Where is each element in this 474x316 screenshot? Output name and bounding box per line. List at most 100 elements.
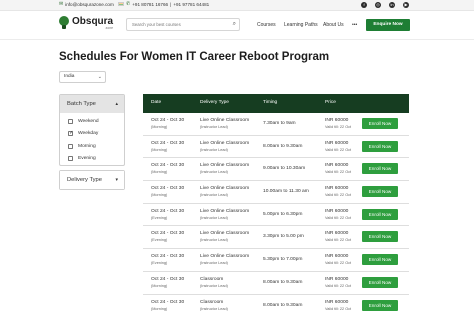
logo[interactable]: Obsqura zone bbox=[58, 16, 113, 30]
row-date: Oct 24 - Oct 30 bbox=[151, 186, 185, 192]
email-contact[interactable]: ✉ info@obsqurazone.com bbox=[59, 1, 114, 7]
batch-type-filter: Batch Type ▴ Weekend Weekday Morning Eve… bbox=[59, 94, 125, 166]
country-value: India bbox=[64, 74, 75, 79]
facebook-icon[interactable]: f bbox=[361, 1, 367, 8]
search-box: ⌕ bbox=[126, 18, 240, 31]
caret-up-icon: ▴ bbox=[115, 101, 118, 107]
row-price: INR 60000 bbox=[325, 299, 349, 305]
batch-type-header[interactable]: Batch Type ▴ bbox=[60, 95, 124, 113]
enroll-now-button[interactable]: Enroll Now bbox=[362, 163, 398, 175]
country-select[interactable]: India ⌄ bbox=[59, 71, 106, 83]
batch-type-label: Batch Type bbox=[67, 101, 96, 107]
row-date: Oct 24 - Oct 30 bbox=[151, 276, 185, 282]
enquire-now-button[interactable]: Enquire Now bbox=[366, 19, 410, 31]
table-row: Oct 24 - Oct 30 (Morning) Live Online Clas… bbox=[143, 158, 409, 182]
table-row: Oct 24 - Oct 30 (Evening) Live Online Clas… bbox=[143, 226, 409, 250]
top-contact-bar: ✉ info@obsqurazone.com ✆ +91 80781 16766… bbox=[0, 0, 474, 11]
more-menu-icon[interactable]: ••• bbox=[352, 22, 357, 28]
phone-contact[interactable]: ✆ +91 80781 16766 | +91 97781 64481 bbox=[118, 1, 209, 7]
row-price: INR 60000 bbox=[325, 208, 349, 214]
row-session: (Morning) bbox=[151, 283, 168, 288]
row-session: (Morning) bbox=[151, 147, 168, 152]
row-delivery: Live Online Classroom bbox=[200, 186, 250, 192]
email-text: info@obsqurazone.com bbox=[65, 1, 114, 7]
header-date: Date bbox=[151, 100, 162, 105]
row-delivery: Classroom bbox=[200, 299, 224, 305]
row-lead: (Instructor Lead) bbox=[200, 306, 228, 311]
batch-option-weekend[interactable]: Weekend bbox=[60, 115, 124, 128]
bulb-logo-icon bbox=[58, 16, 70, 30]
row-price: INR 60000 bbox=[325, 140, 349, 146]
search-icon[interactable]: ⌕ bbox=[233, 21, 236, 28]
youtube-icon[interactable]: ▶ bbox=[403, 1, 409, 8]
enroll-now-button[interactable]: Enroll Now bbox=[362, 208, 398, 220]
enroll-now-button[interactable]: Enroll Now bbox=[362, 276, 398, 288]
delivery-type-label: Delivery Type bbox=[67, 177, 103, 183]
row-session: (Morning) bbox=[151, 306, 168, 311]
enroll-now-button[interactable]: Enroll Now bbox=[362, 118, 398, 129]
search-input[interactable] bbox=[127, 22, 227, 27]
nav-courses[interactable]: Courses bbox=[257, 22, 276, 28]
india-flag-icon bbox=[118, 2, 124, 6]
row-timing: 9.00am to 10.30am bbox=[263, 166, 306, 172]
row-date: Oct 24 - Oct 30 bbox=[151, 140, 185, 146]
row-lead: (Instructor Lead) bbox=[200, 170, 228, 175]
evening-checkbox[interactable] bbox=[68, 156, 73, 162]
row-delivery: Live Online Classroom bbox=[200, 254, 250, 260]
batch-option-weekday[interactable]: Weekday bbox=[60, 128, 124, 141]
weekend-checkbox[interactable] bbox=[68, 118, 73, 124]
header-delivery-type: Delivery Type bbox=[200, 100, 229, 105]
phone-2-text: +91 97781 64481 bbox=[173, 1, 210, 7]
row-valid-till: Valid till: 22 Oct bbox=[325, 147, 352, 152]
linkedin-icon[interactable]: in bbox=[389, 1, 395, 8]
row-valid-till: Valid till: 22 Oct bbox=[325, 193, 352, 198]
row-price: INR 60000 bbox=[325, 186, 349, 192]
phone-1-text: +91 80781 16766 bbox=[132, 1, 169, 7]
row-valid-till: Valid till: 22 Oct bbox=[325, 306, 352, 311]
row-delivery: Classroom bbox=[200, 276, 224, 282]
row-price: INR 60000 bbox=[325, 163, 349, 169]
row-lead: (Instructor Lead) bbox=[200, 261, 228, 266]
enroll-now-button[interactable]: Enroll Now bbox=[362, 231, 398, 243]
row-session: (Evening) bbox=[151, 238, 168, 243]
row-price: INR 60000 bbox=[325, 118, 349, 123]
row-session: (Morning) bbox=[151, 170, 168, 175]
row-valid-till: Valid till: 22 Oct bbox=[325, 261, 352, 266]
weekday-checkbox[interactable] bbox=[68, 130, 73, 136]
row-valid-till: Valid till: 22 Oct bbox=[325, 170, 352, 175]
delivery-type-header[interactable]: Delivery Type ▾ bbox=[60, 171, 124, 189]
row-session: (Evening) bbox=[151, 261, 168, 266]
row-timing: 8.00am to 9.30am bbox=[263, 143, 303, 149]
row-session: (Evening) bbox=[151, 215, 168, 220]
row-timing: 5.00pm to 6.30pm bbox=[263, 211, 303, 217]
table-row: Oct 24 - Oct 30 (Morning) Live Online Clas… bbox=[143, 181, 409, 204]
row-lead: (Instructor Lead) bbox=[200, 215, 228, 220]
chevron-down-icon: ⌄ bbox=[97, 74, 102, 80]
row-timing: 10.00am to 11.30 am bbox=[263, 189, 309, 195]
enroll-now-button[interactable]: Enroll Now bbox=[362, 140, 398, 152]
row-date: Oct 24 - Oct 30 bbox=[151, 299, 185, 305]
phone-icon: ✆ bbox=[126, 1, 131, 7]
row-date: Oct 24 - Oct 30 bbox=[151, 208, 185, 214]
row-delivery: Live Online Classroom bbox=[200, 140, 250, 146]
table-body: Oct 24 - Oct 30 (Morning) Live Online Clas… bbox=[143, 113, 409, 316]
enroll-now-button[interactable]: Enroll Now bbox=[362, 254, 398, 266]
table-row: Oct 24 - Oct 30 (Evening) Live Online Clas… bbox=[143, 203, 409, 227]
caret-down-icon: ▾ bbox=[115, 177, 118, 183]
enroll-now-button[interactable]: Enroll Now bbox=[362, 186, 398, 198]
row-price: INR 60000 bbox=[325, 254, 349, 260]
row-lead: (Instructor Lead) bbox=[200, 147, 228, 152]
table-row: Oct 24 - Oct 30 (Morning) Live Online Clas… bbox=[143, 113, 409, 136]
row-session: (Morning) bbox=[151, 193, 168, 198]
table-row: Oct 24 - Oct 30 (Morning) Live Online Clas… bbox=[143, 135, 409, 159]
row-delivery: Live Online Classroom bbox=[200, 208, 250, 214]
batch-option-morning[interactable]: Morning bbox=[60, 140, 124, 153]
batch-option-evening[interactable]: Evening bbox=[60, 153, 124, 166]
delivery-type-filter: Delivery Type ▾ bbox=[59, 170, 125, 190]
enroll-now-button[interactable]: Enroll Now bbox=[362, 299, 398, 311]
nav-learning-paths[interactable]: Learning Paths bbox=[284, 22, 318, 28]
schedule-table: Date Delivery Type Timing Price Oct 24 -… bbox=[143, 94, 409, 316]
morning-checkbox[interactable] bbox=[68, 143, 73, 149]
instagram-icon[interactable]: ◎ bbox=[375, 1, 381, 8]
nav-about-us[interactable]: About Us bbox=[323, 22, 344, 28]
